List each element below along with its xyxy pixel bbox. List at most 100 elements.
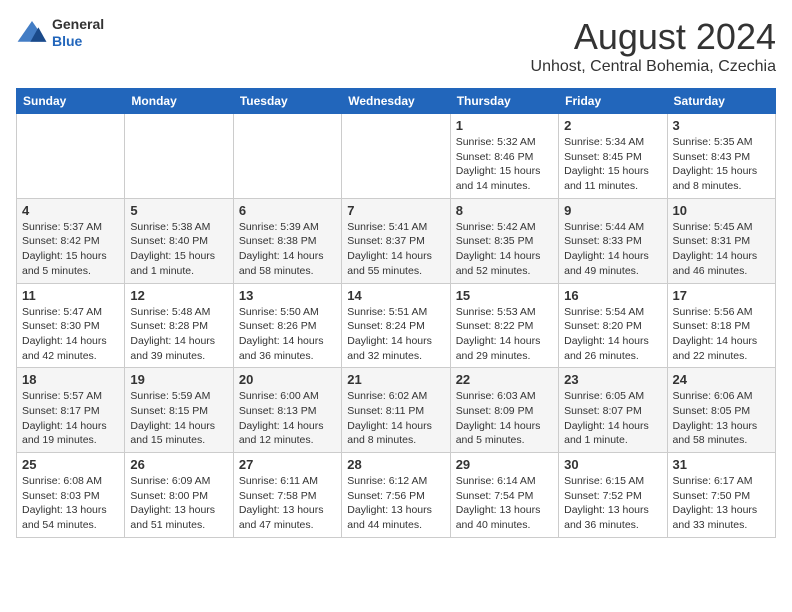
day-number: 28: [347, 457, 444, 472]
calendar-cell: [233, 114, 341, 199]
calendar-cell: 9 Sunrise: 5:44 AM Sunset: 8:33 PM Daylig…: [559, 198, 667, 283]
day-info: Sunrise: 6:03 AM Sunset: 8:09 PM Dayligh…: [456, 389, 553, 448]
day-number: 17: [673, 288, 770, 303]
weekday-header-thursday: Thursday: [450, 89, 558, 114]
calendar-cell: 7Sunrise: 5:41 AM Sunset: 8:37 PM Daylig…: [342, 198, 450, 283]
logo-blue-text: Blue: [52, 33, 104, 50]
calendar-cell: 2Sunrise: 5:34 AM Sunset: 8:45 PM Daylig…: [559, 114, 667, 199]
day-number: 24: [673, 372, 770, 387]
day-number: 7: [347, 203, 444, 218]
day-number: 12: [130, 288, 227, 303]
day-number: 3: [673, 118, 770, 133]
weekday-header-friday: Friday: [559, 89, 667, 114]
day-info: Sunrise: 6:17 AM Sunset: 7:50 PM Dayligh…: [673, 474, 770, 533]
day-number: 29: [456, 457, 553, 472]
calendar-cell: 23 Sunrise: 6:05 AM Sunset: 8:07 PM Dayli…: [559, 368, 667, 453]
calendar-cell: 18 Sunrise: 5:57 AM Sunset: 8:17 PM Dayli…: [17, 368, 125, 453]
day-number: 25: [22, 457, 119, 472]
day-info: Sunrise: 5:38 AM Sunset: 8:40 PM Dayligh…: [130, 220, 227, 279]
calendar-cell: 11 Sunrise: 5:47 AM Sunset: 8:30 PM Dayli…: [17, 283, 125, 368]
day-number: 11: [22, 288, 119, 303]
calendar-cell: 16 Sunrise: 5:54 AM Sunset: 8:20 PM Dayli…: [559, 283, 667, 368]
calendar-cell: 27Sunrise: 6:11 AM Sunset: 7:58 PM Dayli…: [233, 453, 341, 538]
calendar-cell: 31 Sunrise: 6:17 AM Sunset: 7:50 PM Dayli…: [667, 453, 775, 538]
day-number: 26: [130, 457, 227, 472]
calendar-week-5: 25 Sunrise: 6:08 AM Sunset: 8:03 PM Dayli…: [17, 453, 776, 538]
day-number: 16: [564, 288, 661, 303]
day-info: Sunrise: 6:06 AM Sunset: 8:05 PM Dayligh…: [673, 389, 770, 448]
weekday-header-saturday: Saturday: [667, 89, 775, 114]
day-number: 4: [22, 203, 119, 218]
day-number: 1: [456, 118, 553, 133]
logo-general-text: General: [52, 16, 104, 33]
day-info: Sunrise: 6:05 AM Sunset: 8:07 PM Dayligh…: [564, 389, 661, 448]
day-number: 31: [673, 457, 770, 472]
day-number: 19: [130, 372, 227, 387]
calendar-cell: 25 Sunrise: 6:08 AM Sunset: 8:03 PM Dayli…: [17, 453, 125, 538]
logo: General Blue: [16, 16, 104, 50]
day-info: Sunrise: 5:37 AM Sunset: 8:42 PM Dayligh…: [22, 220, 119, 279]
calendar-cell: 4 Sunrise: 5:37 AM Sunset: 8:42 PM Daylig…: [17, 198, 125, 283]
day-info: Sunrise: 5:56 AM Sunset: 8:18 PM Dayligh…: [673, 305, 770, 364]
day-number: 9: [564, 203, 661, 218]
day-info: Sunrise: 6:00 AM Sunset: 8:13 PM Dayligh…: [239, 389, 336, 448]
calendar-cell: 19Sunrise: 5:59 AM Sunset: 8:15 PM Dayli…: [125, 368, 233, 453]
day-info: Sunrise: 6:12 AM Sunset: 7:56 PM Dayligh…: [347, 474, 444, 533]
day-number: 6: [239, 203, 336, 218]
location-subtitle: Unhost, Central Bohemia, Czechia: [531, 58, 776, 76]
day-number: 20: [239, 372, 336, 387]
calendar-table: SundayMondayTuesdayWednesdayThursdayFrid…: [16, 88, 776, 538]
calendar-cell: [125, 114, 233, 199]
calendar-cell: 3 Sunrise: 5:35 AM Sunset: 8:43 PM Daylig…: [667, 114, 775, 199]
calendar-week-2: 4 Sunrise: 5:37 AM Sunset: 8:42 PM Daylig…: [17, 198, 776, 283]
day-number: 18: [22, 372, 119, 387]
day-number: 27: [239, 457, 336, 472]
calendar-cell: [342, 114, 450, 199]
day-number: 10: [673, 203, 770, 218]
day-number: 22: [456, 372, 553, 387]
day-info: Sunrise: 5:54 AM Sunset: 8:20 PM Dayligh…: [564, 305, 661, 364]
day-info: Sunrise: 6:15 AM Sunset: 7:52 PM Dayligh…: [564, 474, 661, 533]
calendar-cell: 6 Sunrise: 5:39 AM Sunset: 8:38 PM Daylig…: [233, 198, 341, 283]
day-info: Sunrise: 5:50 AM Sunset: 8:26 PM Dayligh…: [239, 305, 336, 364]
calendar-week-1: 1 Sunrise: 5:32 AM Sunset: 8:46 PM Daylig…: [17, 114, 776, 199]
day-number: 2: [564, 118, 661, 133]
day-info: Sunrise: 5:35 AM Sunset: 8:43 PM Dayligh…: [673, 135, 770, 194]
day-number: 5: [130, 203, 227, 218]
day-number: 23: [564, 372, 661, 387]
day-info: Sunrise: 5:47 AM Sunset: 8:30 PM Dayligh…: [22, 305, 119, 364]
calendar-cell: [17, 114, 125, 199]
calendar-cell: 21Sunrise: 6:02 AM Sunset: 8:11 PM Dayli…: [342, 368, 450, 453]
day-number: 13: [239, 288, 336, 303]
calendar-cell: 17 Sunrise: 5:56 AM Sunset: 8:18 PM Dayli…: [667, 283, 775, 368]
day-info: Sunrise: 5:53 AM Sunset: 8:22 PM Dayligh…: [456, 305, 553, 364]
calendar-cell: 24 Sunrise: 6:06 AM Sunset: 8:05 PM Dayli…: [667, 368, 775, 453]
calendar-week-4: 18 Sunrise: 5:57 AM Sunset: 8:17 PM Dayli…: [17, 368, 776, 453]
calendar-cell: 13 Sunrise: 5:50 AM Sunset: 8:26 PM Dayli…: [233, 283, 341, 368]
title-block: August 2024 Unhost, Central Bohemia, Cze…: [531, 16, 776, 76]
day-info: Sunrise: 5:51 AM Sunset: 8:24 PM Dayligh…: [347, 305, 444, 364]
calendar-cell: 22 Sunrise: 6:03 AM Sunset: 8:09 PM Dayli…: [450, 368, 558, 453]
calendar-cell: 1 Sunrise: 5:32 AM Sunset: 8:46 PM Daylig…: [450, 114, 558, 199]
day-info: Sunrise: 5:32 AM Sunset: 8:46 PM Dayligh…: [456, 135, 553, 194]
calendar-cell: 29Sunrise: 6:14 AM Sunset: 7:54 PM Dayli…: [450, 453, 558, 538]
calendar-cell: 28 Sunrise: 6:12 AM Sunset: 7:56 PM Dayli…: [342, 453, 450, 538]
weekday-header-sunday: Sunday: [17, 89, 125, 114]
day-number: 15: [456, 288, 553, 303]
day-info: Sunrise: 5:45 AM Sunset: 8:31 PM Dayligh…: [673, 220, 770, 279]
month-year-title: August 2024: [531, 16, 776, 58]
day-info: Sunrise: 5:39 AM Sunset: 8:38 PM Dayligh…: [239, 220, 336, 279]
day-info: Sunrise: 6:09 AM Sunset: 8:00 PM Dayligh…: [130, 474, 227, 533]
calendar-cell: 14Sunrise: 5:51 AM Sunset: 8:24 PM Dayli…: [342, 283, 450, 368]
weekday-header-monday: Monday: [125, 89, 233, 114]
day-info: Sunrise: 5:42 AM Sunset: 8:35 PM Dayligh…: [456, 220, 553, 279]
day-info: Sunrise: 6:08 AM Sunset: 8:03 PM Dayligh…: [22, 474, 119, 533]
logo-text: General Blue: [52, 16, 104, 50]
day-info: Sunrise: 6:02 AM Sunset: 8:11 PM Dayligh…: [347, 389, 444, 448]
calendar-cell: 10 Sunrise: 5:45 AM Sunset: 8:31 PM Dayli…: [667, 198, 775, 283]
day-info: Sunrise: 5:57 AM Sunset: 8:17 PM Dayligh…: [22, 389, 119, 448]
weekday-header-tuesday: Tuesday: [233, 89, 341, 114]
day-info: Sunrise: 5:44 AM Sunset: 8:33 PM Dayligh…: [564, 220, 661, 279]
calendar-cell: 26 Sunrise: 6:09 AM Sunset: 8:00 PM Dayli…: [125, 453, 233, 538]
page-header: General Blue August 2024 Unhost, Central…: [16, 16, 776, 76]
